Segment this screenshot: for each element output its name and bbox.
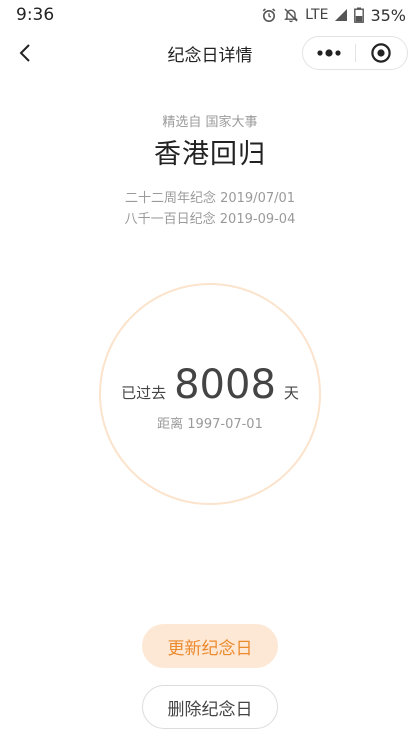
day-counter: 已过去 8008 天 — [0, 361, 420, 409]
network-label: LTE — [305, 7, 329, 23]
more-button[interactable] — [303, 37, 355, 69]
milestone-item: 二十二周年纪念 2019/07/01 — [124, 191, 296, 206]
event-title: 香港回归 — [154, 139, 266, 170]
delete-anniversary-button[interactable]: 删除纪念日 — [142, 685, 278, 729]
status-icons: LTE 35% — [261, 6, 406, 25]
milestone-list: 二十二周年纪念 2019/07/01 八千一百日纪念 2019-09-04 — [0, 188, 420, 230]
counter-prefix: 已过去 — [121, 384, 167, 402]
mini-program-capsule — [302, 36, 408, 70]
alarm-icon — [261, 7, 277, 23]
counter-unit: 天 — [283, 384, 299, 402]
milestone-item: 八千一百日纪念 2019-09-04 — [124, 212, 296, 227]
days-count: 8008 — [174, 362, 276, 408]
signal-icon — [334, 8, 348, 22]
more-dots-icon — [317, 49, 341, 57]
since-date: 距离 1997-07-01 — [157, 417, 263, 432]
close-mini-program-button[interactable] — [356, 37, 408, 69]
status-time: 9:36 — [16, 5, 55, 25]
battery-percent: 35% — [370, 5, 406, 25]
event-source: 精选自 国家大事 — [162, 115, 258, 130]
battery-icon — [354, 7, 365, 23]
status-bar: 9:36 LTE 35% — [0, 0, 420, 30]
mute-notification-icon — [283, 7, 299, 23]
update-anniversary-button[interactable]: 更新纪念日 — [142, 624, 278, 668]
target-icon — [371, 43, 391, 63]
nav-bar: 纪念日详情 — [0, 30, 420, 76]
